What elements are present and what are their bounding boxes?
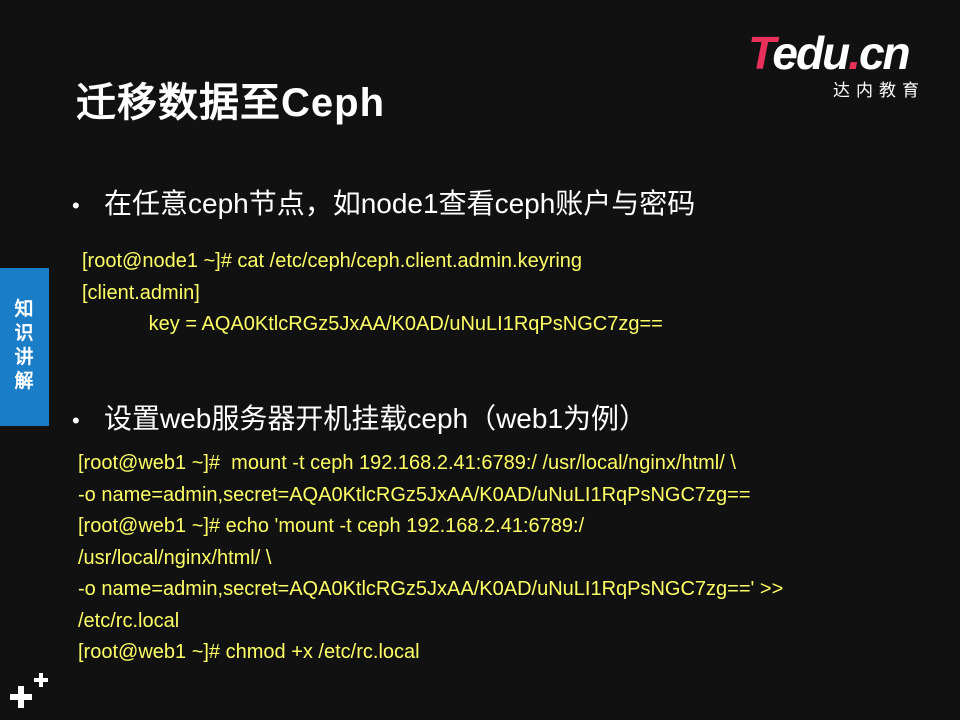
bullet-dot-icon: • <box>72 192 80 218</box>
code-line: -o name=admin,secret=AQA0KtlcRGz5JxAA/K0… <box>78 483 751 506</box>
logo-subtitle: 达内教育 <box>833 81 925 100</box>
code-block: [root@web1 ~]# mount -t ceph 192.168.2.4… <box>78 448 783 669</box>
side-tab: 知识讲解 <box>0 268 49 426</box>
code-line: key = AQA0KtlcRGz5JxAA/K0AD/uNuLI1RqPsNG… <box>82 313 663 335</box>
bullet-item: • 设置web服务器开机挂载ceph（web1为例） <box>72 397 647 437</box>
side-tab-label: 知识讲解 <box>14 299 34 392</box>
logo-wordmark: Tedu.cn <box>748 27 911 79</box>
bullet-text: 在任意ceph节点，如node1查看ceph账户与密码 <box>104 188 696 219</box>
slide-title: 迁移数据至Ceph <box>76 81 385 125</box>
code-line: [client.admin] <box>82 281 200 304</box>
code-block: [root@node1 ~]# cat /etc/ceph/ceph.clien… <box>82 246 663 341</box>
tedu-logo: Tedu.cn 达内教育 <box>748 27 933 100</box>
bullet-dot-icon: • <box>72 407 80 433</box>
code-line: [root@node1 ~]# cat /etc/ceph/ceph.clien… <box>82 250 583 272</box>
bullet-text: 设置web服务器开机挂载ceph（web1为例） <box>104 403 648 434</box>
code-line: [root@web1 ~]# mount -t ceph 192.168.2.4… <box>78 452 736 474</box>
code-line: [root@web1 ~]# chmod +x /etc/rc.local <box>78 641 420 663</box>
plus-icon <box>10 673 48 708</box>
code-line: /etc/rc.local <box>78 609 180 632</box>
code-line: /usr/local/nginx/html/ \ <box>78 546 272 569</box>
bullet-item: • 在任意ceph节点，如node1查看ceph账户与密码 <box>72 182 695 222</box>
code-line: -o name=admin,secret=AQA0KtlcRGz5JxAA/K0… <box>78 578 784 600</box>
code-line: [root@web1 ~]# echo 'mount -t ceph 192.1… <box>78 515 585 537</box>
